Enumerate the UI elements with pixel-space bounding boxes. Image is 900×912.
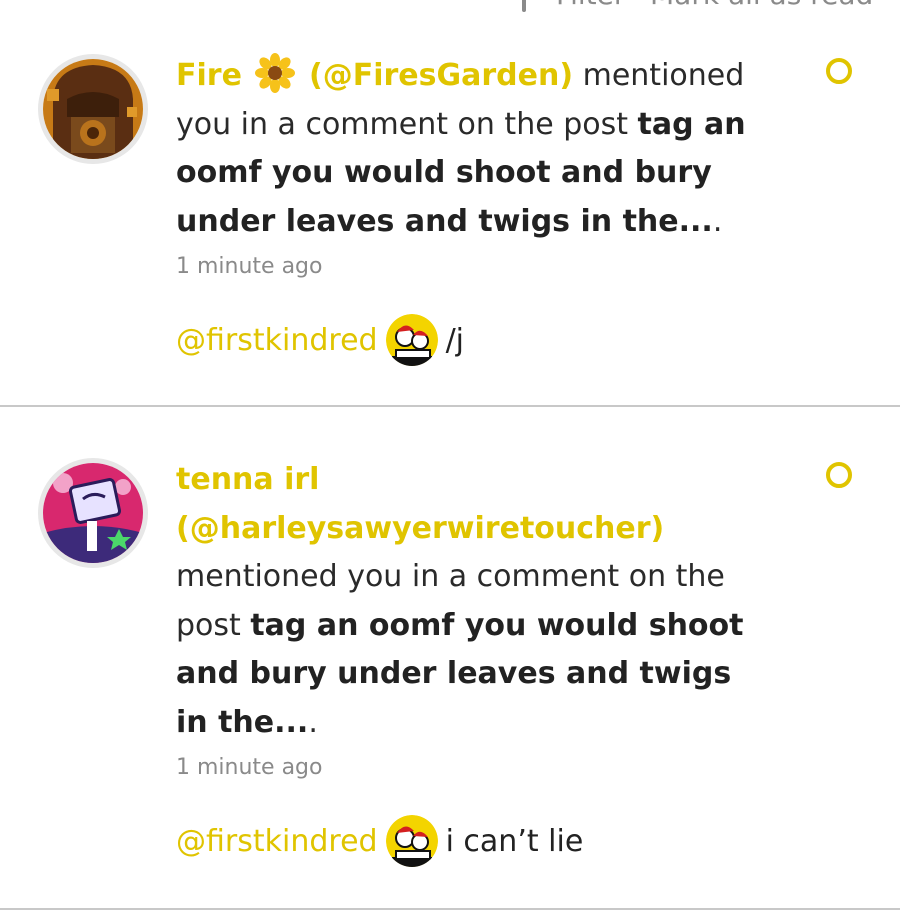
timestamp: 1 minute ago — [176, 755, 323, 780]
notification-message: Fire (@FiresGarden) mentioned you in a c… — [176, 52, 756, 246]
avatar[interactable] — [38, 54, 148, 164]
post-title-suffix: . — [308, 704, 318, 740]
avatar[interactable] — [38, 458, 148, 568]
mention-link[interactable]: @firstkindred — [176, 323, 378, 358]
timestamp: 1 minute ago — [176, 254, 323, 279]
notification-content: Fire (@FiresGarden) mentioned you in a c… — [176, 52, 756, 368]
toolbar-separator — [522, 0, 526, 12]
mention-avatar — [385, 314, 438, 366]
post-title-suffix: . — [712, 203, 723, 239]
actor-name-link[interactable]: Fire — [176, 58, 242, 93]
notification-message: tenna irl (@harleysawyerwiretoucher) men… — [176, 456, 756, 747]
comment-text: i can’t lie — [445, 823, 584, 859]
comment-preview[interactable]: @firstkindred /j — [176, 312, 756, 368]
notification-item[interactable]: tenna irl (@harleysawyerwiretoucher) men… — [0, 442, 900, 910]
comment-text: /j — [445, 322, 465, 358]
mention-link[interactable]: @firstkindred — [176, 824, 378, 859]
notifications-toolbar: Filter Mark all as read — [0, 0, 900, 12]
actor-name-link[interactable]: tenna irl — [176, 462, 319, 497]
mention-avatar — [385, 815, 438, 867]
notification-content: tenna irl (@harleysawyerwiretoucher) men… — [176, 456, 756, 869]
actor-handle-link[interactable]: (@harleysawyerwiretoucher) — [176, 511, 664, 546]
unread-indicator-icon[interactable] — [826, 58, 852, 84]
filter-button[interactable]: Filter — [556, 0, 625, 11]
mark-all-read-button[interactable]: Mark all as read — [650, 0, 873, 11]
notification-item[interactable]: Fire (@FiresGarden) mentioned you in a c… — [0, 40, 900, 406]
unread-indicator-icon[interactable] — [826, 462, 852, 488]
sunflower-icon — [255, 53, 296, 93]
post-title-link[interactable]: tag an oomf you would shoot and bury und… — [176, 608, 744, 740]
divider — [0, 908, 900, 910]
divider — [0, 405, 900, 407]
actor-handle-link[interactable]: (@FiresGarden) — [309, 58, 573, 93]
comment-preview[interactable]: @firstkindred i can’t lie — [176, 813, 756, 869]
